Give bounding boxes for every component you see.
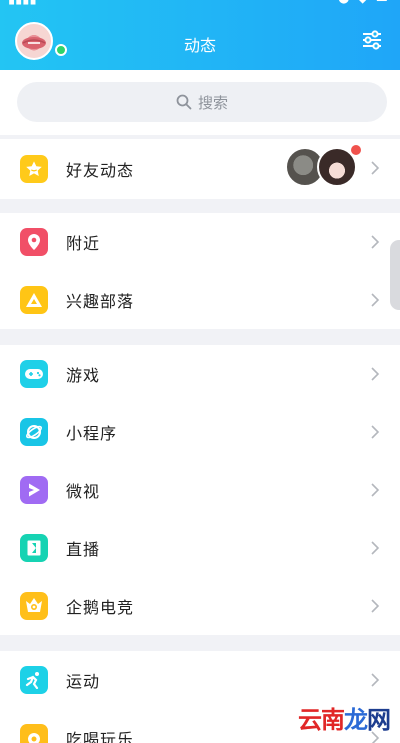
top-header: ▮▮▮▮ ● ◆ ▬ 动态 bbox=[0, 0, 400, 70]
friend-feed-label: 好友动态 bbox=[66, 161, 135, 180]
status-icons: ● ◆ ▬ bbox=[338, 0, 390, 6]
menu-item-weishi[interactable]: 微视 bbox=[0, 461, 400, 519]
menu-item-label: 运动 bbox=[66, 672, 101, 691]
discover-section: 附近 兴趣部落 bbox=[0, 213, 400, 329]
menu-item-label: 游戏 bbox=[66, 366, 101, 385]
sliders-icon[interactable] bbox=[360, 28, 384, 52]
chevron-right-icon bbox=[371, 425, 380, 439]
esports-crown-icon bbox=[20, 592, 48, 620]
menu-item-label: 微视 bbox=[66, 482, 101, 501]
menu-item-esports[interactable]: 企鹅电竞 bbox=[0, 577, 400, 635]
signal-icon: ▮▮▮▮ bbox=[8, 0, 37, 7]
orbit-icon bbox=[20, 418, 48, 446]
live-icon bbox=[20, 534, 48, 562]
chevron-right-icon bbox=[371, 235, 380, 249]
runner-icon bbox=[20, 666, 48, 694]
menu-item-label: 吃喝玩乐 bbox=[66, 730, 135, 743]
chevron-right-icon bbox=[371, 673, 380, 687]
entertainment-section: 游戏 小程序 微视 直播 企鹅电竞 bbox=[0, 345, 400, 635]
chevron-right-icon bbox=[371, 483, 380, 497]
gamepad-icon bbox=[20, 360, 48, 388]
status-bar: ▮▮▮▮ ● ◆ ▬ bbox=[0, 0, 400, 10]
search-area: 搜索 bbox=[0, 70, 400, 135]
menu-item-label: 附近 bbox=[66, 234, 101, 253]
menu-item-nearby[interactable]: 附近 bbox=[0, 213, 400, 271]
chevron-right-icon bbox=[371, 367, 380, 381]
triangle-icon bbox=[20, 286, 48, 314]
menu-item-live[interactable]: 直播 bbox=[0, 519, 400, 577]
menu-item-games[interactable]: 游戏 bbox=[0, 345, 400, 403]
search-input[interactable]: 搜索 bbox=[17, 82, 387, 122]
search-placeholder: 搜索 bbox=[197, 93, 228, 112]
play-icon bbox=[20, 476, 48, 504]
watermark-logo: 云南龙网 bbox=[298, 706, 391, 734]
menu-item-label: 兴趣部落 bbox=[66, 292, 135, 311]
chevron-right-icon bbox=[371, 541, 380, 555]
location-pin-icon bbox=[20, 228, 48, 256]
chevron-right-icon bbox=[371, 161, 380, 175]
friend-feed-item[interactable]: 好友动态 bbox=[0, 139, 400, 199]
menu-item-interest-tribe[interactable]: 兴趣部落 bbox=[0, 271, 400, 329]
chevron-right-icon bbox=[371, 599, 380, 613]
star-icon bbox=[20, 155, 48, 183]
search-icon bbox=[176, 94, 192, 110]
chevron-right-icon bbox=[371, 293, 380, 307]
food-icon bbox=[20, 724, 48, 743]
notification-dot bbox=[351, 145, 361, 155]
page-title: 动态 bbox=[183, 36, 216, 55]
menu-item-label: 小程序 bbox=[66, 424, 118, 443]
floating-side-handle[interactable] bbox=[390, 240, 400, 310]
menu-item-label: 企鹅电竞 bbox=[66, 598, 135, 617]
menu-item-mini-program[interactable]: 小程序 bbox=[0, 403, 400, 461]
friend-feed-section: 好友动态 bbox=[0, 139, 400, 199]
menu-item-label: 直播 bbox=[66, 540, 101, 559]
friend-avatars bbox=[285, 145, 361, 191]
